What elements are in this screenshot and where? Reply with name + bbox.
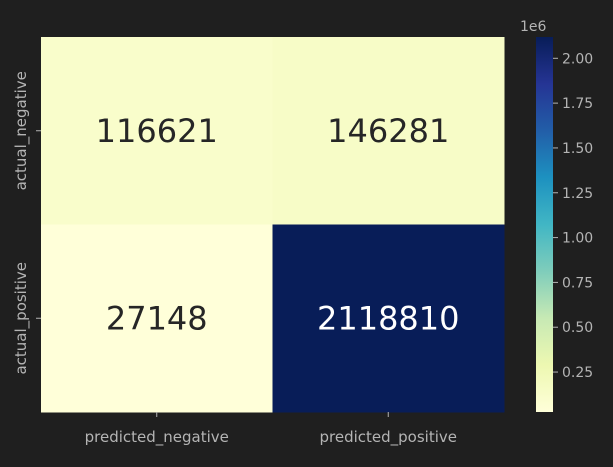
cell-value-label: 2118810 xyxy=(317,299,460,337)
colorbar-tick-label: 2.00 xyxy=(562,51,593,67)
colorbar xyxy=(536,37,553,412)
colorbar-ticks: 0.25 0.50 0.75 1.00 1.25 1.50 1.75 2.00 xyxy=(553,51,593,381)
colorbar-offset-label: 1e6 xyxy=(520,19,547,35)
x-tick-label: predicted_negative xyxy=(85,428,229,447)
colorbar-tick-label: 1.75 xyxy=(562,96,593,112)
colorbar-tick-label: 1.50 xyxy=(562,141,593,157)
y-tick-label: actual_positive xyxy=(12,262,31,375)
colorbar-tick-label: 0.25 xyxy=(562,365,593,381)
colorbar-tick-label: 1.00 xyxy=(562,231,593,247)
colorbar-tick-label: 1.25 xyxy=(562,186,593,202)
colorbar-tick-label: 0.50 xyxy=(562,320,593,336)
colorbar-tick-label: 0.75 xyxy=(562,275,593,291)
cell-value-label: 27148 xyxy=(106,299,208,337)
cell-value-label: 146281 xyxy=(327,112,449,150)
y-tick-label: actual_negative xyxy=(12,71,31,190)
heatmap-cells xyxy=(41,37,505,413)
x-axis: predicted_negative predicted_positive xyxy=(85,412,457,447)
cell-value-label: 116621 xyxy=(96,112,218,150)
confusion-matrix-heatmap: 116621 146281 27148 2118810 predicted_negat… xyxy=(12,19,593,447)
x-tick-label: predicted_positive xyxy=(320,428,458,447)
y-axis: actual_negative actual_positive xyxy=(12,71,41,375)
